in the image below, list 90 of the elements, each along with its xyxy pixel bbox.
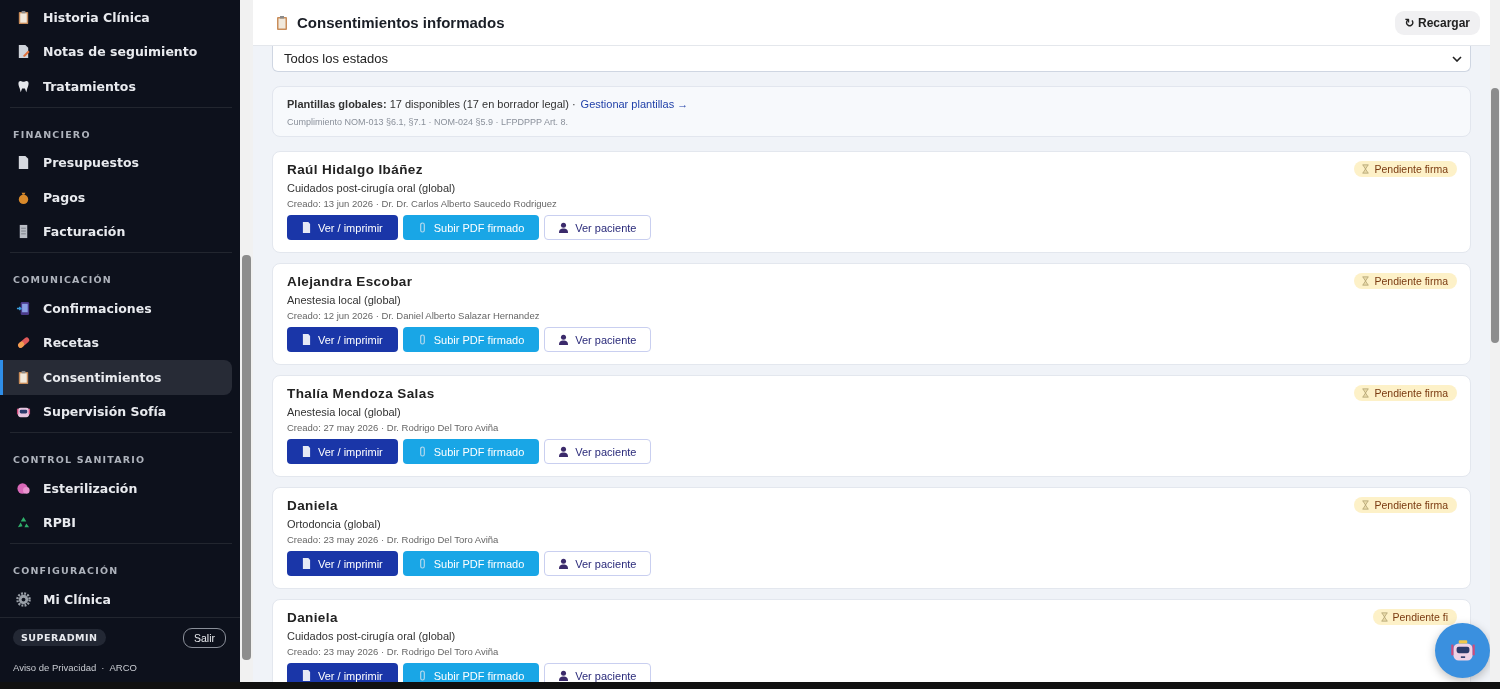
created-meta: Creado: 13 jun 2026 · Dr. Dr. Carlos Alberto Saucedo Rodriguez: [287, 198, 558, 209]
created-meta: Creado: 12 jun 2026 · Dr. Daniel Alberto Salazar Hernandez: [287, 310, 541, 321]
sidebar-item[interactable]: Pagos: [0, 180, 232, 215]
role-badge: SUPERADMIN: [13, 629, 106, 646]
sidebar-item[interactable]: Presupuestos: [0, 145, 232, 180]
section-heading: COMUNICACIÓN: [12, 273, 113, 287]
person-icon: [559, 222, 569, 233]
document-icon: [302, 446, 311, 457]
status-badge: Pendiente firma: [1354, 385, 1457, 401]
capsule-icon: [417, 222, 427, 233]
template-name: Ortodoncia (global): [287, 518, 382, 530]
chevron-down-icon: [1452, 55, 1462, 62]
document-icon: [302, 670, 311, 681]
patient-button[interactable]: Ver paciente: [544, 327, 652, 352]
capsule-icon: [417, 558, 427, 569]
template-name: Anestesia local (global): [287, 294, 402, 306]
sidebar-item[interactable]: Mi Clínica: [0, 582, 232, 617]
template-name: Cuidados post-cirugía oral (global): [287, 182, 457, 194]
status-select[interactable]: Todos los estados: [272, 46, 1471, 72]
hourglass-icon: [1362, 388, 1370, 398]
patient-button[interactable]: Ver paciente: [544, 215, 652, 240]
person-icon: [559, 334, 569, 345]
hourglass-icon: [1362, 164, 1370, 174]
patient-button[interactable]: Ver paciente: [544, 663, 652, 682]
sidebar-item[interactable]: Facturación: [0, 214, 232, 249]
section-heading: CONTROL SANITARIO: [12, 453, 147, 467]
footer-link[interactable]: Aviso de Privacidad: [13, 661, 97, 673]
section-heading: FINANCIERO: [12, 127, 92, 142]
person-icon: [559, 446, 569, 457]
status-badge: Pendiente firma: [1354, 161, 1457, 177]
footer-link[interactable]: ARCO: [109, 661, 137, 673]
clipboard-icon: [274, 14, 290, 31]
capsule-icon: [417, 446, 427, 457]
sidebar-item[interactable]: Recetas: [0, 325, 232, 360]
sidebar-item[interactable]: RPBI: [0, 505, 232, 540]
scrollbar[interactable]: [240, 0, 253, 682]
document-icon: [302, 222, 311, 233]
capsule-icon: [417, 670, 427, 681]
scrollbar[interactable]: [1490, 0, 1500, 682]
section-heading: CONFIGURACIÓN: [12, 564, 120, 578]
doc-icon: [16, 155, 31, 171]
sidebar-item[interactable]: Esterilización: [0, 471, 232, 506]
created-meta: Creado: 27 may 2026 · Dr. Rodrigo Del Toro Aviña: [287, 422, 500, 433]
status-badge: Pendiente firma: [1354, 273, 1457, 289]
compliance-note: Cumplimiento NOM-013 §6.1, §7.1 · NOM-024 §5.9 · LFPDPPP Art. 8.: [287, 117, 569, 127]
status-badge: Pendiente fi: [1372, 609, 1457, 625]
tooth-icon: [16, 78, 31, 94]
templates-summary: Plantillas globales: 17 disponibles (17 en borrador legal) ·: [287, 98, 576, 110]
print-button[interactable]: Ver / imprimir: [287, 439, 398, 464]
gear-icon: [16, 591, 31, 607]
sidebar-item[interactable]: Confirmaciones: [0, 291, 232, 326]
patient-name: Alejandra Escobar: [287, 273, 413, 289]
patient-name: Raúl Hidalgo Ibáñez: [287, 161, 423, 177]
patient-button[interactable]: Ver paciente: [544, 439, 652, 464]
sidebar-item[interactable]: Notas de seguimiento: [0, 34, 232, 69]
blob-icon: [16, 480, 31, 496]
person-icon: [559, 558, 569, 569]
created-meta: Creado: 23 may 2026 · Dr. Rodrigo Del Toro Aviña: [287, 646, 500, 657]
person-icon: [559, 670, 569, 681]
patient-name: Thalía Mendoza Salas: [287, 385, 435, 401]
hourglass-icon: [1380, 612, 1388, 622]
clipboard-icon: [16, 369, 31, 385]
status-badge: Pendiente firma: [1354, 497, 1457, 513]
sidebar-item[interactable]: Consentimientos: [0, 360, 232, 395]
print-button[interactable]: Ver / imprimir: [287, 327, 398, 352]
note-icon: [16, 44, 31, 60]
template-name: Anestesia local (global): [287, 406, 402, 418]
capsule-icon: [417, 334, 427, 345]
sidebar-item[interactable]: Tratamientos: [0, 69, 232, 104]
clipboard-icon: [16, 9, 31, 25]
print-button[interactable]: Ver / imprimir: [287, 551, 398, 576]
patient-name: Daniela: [287, 497, 338, 513]
template-name: Cuidados post-cirugía oral (global): [287, 630, 457, 642]
phone-icon: [16, 300, 31, 316]
hourglass-icon: [1362, 500, 1370, 510]
patient-name: Daniela: [287, 609, 338, 625]
hourglass-icon: [1362, 276, 1370, 286]
print-button[interactable]: Ver / imprimir: [287, 663, 398, 682]
document-icon: [302, 334, 311, 345]
page-title: Consentimientos informados: [297, 14, 505, 31]
logout-button[interactable]: Salir: [183, 627, 226, 648]
separator: ·: [101, 661, 105, 673]
sidebar-item[interactable]: Historia Clínica: [0, 0, 232, 35]
print-button[interactable]: Ver / imprimir: [287, 215, 398, 240]
patient-button[interactable]: Ver paciente: [544, 551, 652, 576]
sidebar-item[interactable]: Supervisión Sofía: [0, 394, 232, 429]
document-icon: [302, 558, 311, 569]
created-meta: Creado: 23 may 2026 · Dr. Rodrigo Del Toro Aviña: [287, 534, 500, 545]
manage-templates-link[interactable]: Gestionar plantillas →: [580, 98, 689, 110]
reload-button[interactable]: ↻ Recargar: [1394, 10, 1480, 35]
